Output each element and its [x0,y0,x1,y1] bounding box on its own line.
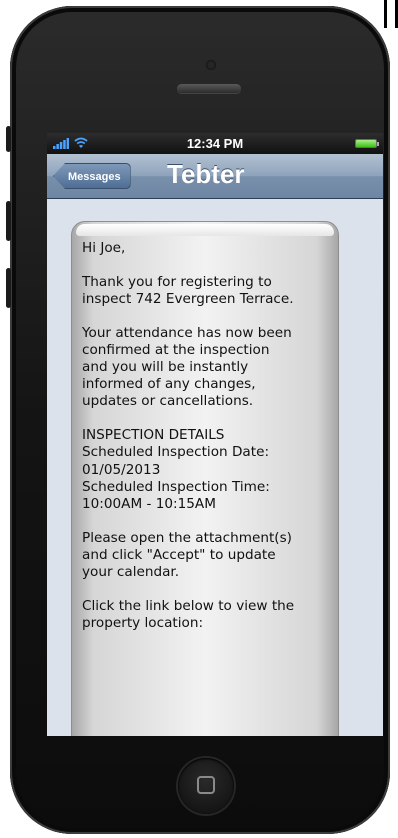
date-label: Scheduled Inspection Date: [82,444,270,461]
time-label: Scheduled Inspection Time: [82,478,270,495]
mute-switch[interactable] [6,126,11,152]
message-bubble: Hi Joe, Thank you for registering to ins… [71,221,339,736]
volume-down-button[interactable] [6,268,11,308]
message-view[interactable]: Hi Joe, Thank you for registering to ins… [47,199,383,736]
phone-frame: 12:34 PM Messages Tebter Hi Joe, Thank y… [6,6,390,834]
details-heading: INSPECTION DETAILS [82,427,225,444]
message-body: Hi Joe, Thank you for registering to ins… [82,240,338,649]
battery-icon [355,139,379,148]
status-bar: 12:34 PM [47,133,383,154]
navigation-bar: Messages Tebter [47,154,383,199]
greeting-text: Hi Joe, [82,240,126,256]
location-link-text: Click the link below to view the propert… [82,597,295,631]
home-button[interactable] [178,758,234,814]
earpiece-speaker [177,84,241,93]
attachment-text: Please open the attachment(s) and click … [82,529,292,581]
messages-back-button[interactable]: Messages [53,163,131,189]
attendance-text: Your attendance has now been confirmed a… [82,324,292,410]
screen: 12:34 PM Messages Tebter Hi Joe, Thank y… [47,133,383,736]
front-camera [206,60,216,70]
bubble-highlight [76,224,334,236]
date-value: 01/05/2013 [82,461,161,478]
registration-text: Thank you for registering to inspect 742… [82,273,294,307]
time-value: 10:00AM - 10:15AM [82,495,216,512]
inspection-details: INSPECTION DETAILS Scheduled Inspection … [82,427,338,513]
home-square-icon [197,776,215,794]
top-edge-mark [384,0,398,28]
status-time: 12:34 PM [186,136,244,151]
nav-title: Tebter [167,159,245,189]
volume-up-button[interactable] [6,201,11,241]
